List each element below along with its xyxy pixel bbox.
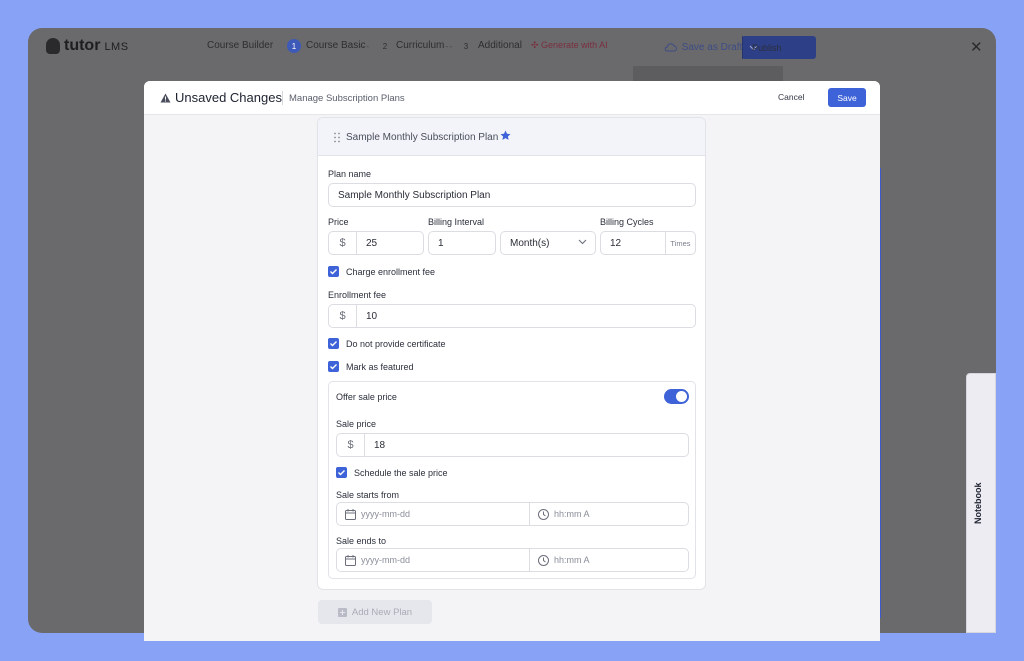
sale-price-section: Offer sale price Sale price $ 18 Schedul… <box>328 381 696 579</box>
billing-interval-label: Billing Interval <box>428 217 485 227</box>
currency-prefix: $ <box>337 434 365 456</box>
plan-card: Sample Monthly Subscription Plan Plan na… <box>317 117 706 590</box>
offer-sale-toggle[interactable] <box>664 389 689 404</box>
sale-price-input[interactable]: $ 18 <box>336 433 689 457</box>
sale-start-date-input[interactable]: yyyy-mm-dd <box>337 503 530 525</box>
header-divider <box>282 91 283 105</box>
enrollment-fee-label: Enrollment fee <box>328 290 387 300</box>
chevron-down-icon <box>578 239 587 245</box>
step-1-number[interactable]: 1 <box>287 39 301 53</box>
check-icon <box>338 470 345 476</box>
modal-title: Unsaved Changes <box>175 90 282 105</box>
billing-cycles-input[interactable]: 12 Times <box>600 231 696 255</box>
step-3-label[interactable]: Additional <box>478 40 522 51</box>
sale-price-label: Sale price <box>336 419 377 429</box>
mark-featured-checkbox[interactable] <box>328 361 339 372</box>
enrollment-fee-input[interactable]: $ 10 <box>328 304 696 328</box>
plan-name-label: Plan name <box>328 169 372 179</box>
clock-icon <box>538 508 549 520</box>
drag-handle-icon[interactable] <box>334 132 340 143</box>
step-divider: --- <box>442 42 453 51</box>
mark-featured-label: Mark as featured <box>346 362 414 372</box>
background-panel <box>633 66 783 82</box>
clock-icon <box>538 554 549 566</box>
step-1-label[interactable]: Course Basic <box>306 40 365 51</box>
check-icon <box>330 341 337 347</box>
modal-header: Unsaved Changes Manage Subscription Plan… <box>144 81 880 115</box>
top-bar: tutor LMS Course Builder 1 Course Basic … <box>28 28 996 66</box>
schedule-sale-label: Schedule the sale price <box>354 468 448 478</box>
add-new-plan-button[interactable]: Add New Plan <box>318 600 432 624</box>
cloud-icon <box>664 42 677 51</box>
no-certificate-label: Do not provide certificate <box>346 339 446 349</box>
step-3-number[interactable]: 3 <box>459 39 473 53</box>
currency-prefix: $ <box>329 305 357 327</box>
charge-enrollment-label: Charge enrollment fee <box>346 267 436 277</box>
billing-cycles-label: Billing Cycles <box>600 217 654 227</box>
plan-card-header[interactable]: Sample Monthly Subscription Plan <box>318 118 705 156</box>
step-2-label[interactable]: Curriculum <box>396 40 444 51</box>
sale-starts-label: Sale starts from <box>336 490 400 500</box>
no-certificate-checkbox[interactable] <box>328 338 339 349</box>
save-button[interactable]: Save <box>828 88 866 107</box>
currency-prefix: $ <box>329 232 357 254</box>
notebook-tab[interactable]: Notebook <box>966 373 996 633</box>
offer-sale-label: Offer sale price <box>336 392 397 402</box>
check-icon <box>330 269 337 275</box>
generate-ai-button[interactable]: ✣ Generate with AI <box>531 40 608 51</box>
modal-subtitle: Manage Subscription Plans <box>289 93 405 104</box>
cancel-button[interactable]: Cancel <box>778 92 804 102</box>
schedule-sale-checkbox[interactable] <box>336 467 347 478</box>
sparkle-icon: ✣ <box>531 40 542 50</box>
star-icon <box>500 130 511 140</box>
sale-start-time-input[interactable]: hh:mm A <box>530 503 688 525</box>
plan-name-input[interactable]: Sample Monthly Subscription Plan <box>328 183 696 207</box>
logo: tutor LMS <box>46 37 129 55</box>
calendar-icon <box>345 554 356 566</box>
sale-end-fields: yyyy-mm-dd hh:mm A <box>336 548 689 572</box>
calendar-icon <box>345 508 356 520</box>
sale-end-date-input[interactable]: yyyy-mm-dd <box>337 549 530 571</box>
sale-end-time-input[interactable]: hh:mm A <box>530 549 688 571</box>
price-label: Price <box>328 217 349 227</box>
billing-interval-input[interactable]: 1 <box>428 231 496 255</box>
sale-start-fields: yyyy-mm-dd hh:mm A <box>336 502 689 526</box>
publish-button[interactable]: Publish <box>742 36 816 59</box>
check-icon <box>330 364 337 370</box>
subscription-modal: Unsaved Changes Manage Subscription Plan… <box>144 81 880 641</box>
owl-icon <box>46 38 60 54</box>
plus-icon <box>337 607 347 617</box>
billing-interval-unit-select[interactable]: Month(s) <box>500 231 596 255</box>
close-icon[interactable]: ✕ <box>970 38 983 56</box>
plan-card-title: Sample Monthly Subscription Plan <box>346 132 499 143</box>
sale-ends-label: Sale ends to <box>336 536 387 546</box>
toggle-knob <box>676 391 687 402</box>
step-divider: --- <box>359 42 370 51</box>
price-input[interactable]: $ 25 <box>328 231 424 255</box>
charge-enrollment-checkbox[interactable] <box>328 266 339 277</box>
billing-cycles-suffix: Times <box>665 232 695 254</box>
notebook-label: Notebook <box>973 482 983 525</box>
course-builder-label: Course Builder <box>207 40 274 51</box>
warning-icon <box>160 93 171 103</box>
step-2-number[interactable]: 2 <box>378 39 392 53</box>
